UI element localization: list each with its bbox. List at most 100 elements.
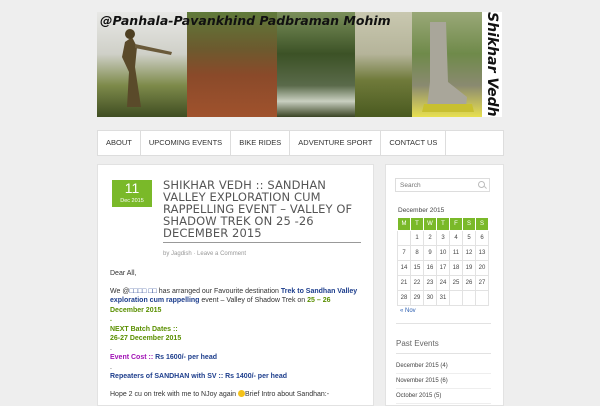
calendar-day[interactable]: 5	[462, 230, 476, 246]
calendar-day[interactable]: 31	[436, 290, 450, 306]
nav-item-bike-rides[interactable]: BIKE RIDES	[231, 131, 291, 155]
batch-dates: 26-27 December 2015	[110, 335, 182, 342]
intro-text-1: We @	[110, 287, 130, 295]
hope-text-1: Hope 2 cu on trek with me to NJoy again	[110, 390, 239, 398]
past-events-title: Past Events	[396, 339, 439, 348]
smiley-icon	[238, 390, 246, 398]
author-link[interactable]: Jagdish	[171, 251, 192, 257]
calendar-day[interactable]: 16	[423, 260, 437, 276]
nav-item-adventure-sport[interactable]: ADVENTURE SPORT	[290, 131, 382, 155]
nav-item-upcoming-events[interactable]: UPCOMING EVENTS	[141, 131, 232, 155]
post-date-month: Dec 2015	[120, 198, 144, 204]
meta-by-label: by	[163, 251, 170, 257]
calendar-day[interactable]: 4	[449, 230, 463, 246]
post-date-day: 11	[124, 180, 140, 196]
archive-list: December 2015 (4) November 2015 (6) Octo…	[396, 359, 491, 404]
calendar-day[interactable]: 17	[436, 260, 450, 276]
dot-separator: .	[110, 344, 112, 352]
weekday-header: M	[397, 217, 411, 231]
banner-caption: @Panhala-Pavankhind Padbraman Mohim	[100, 13, 391, 28]
cost-value: Rs 1600/- per head	[155, 354, 217, 361]
calendar-day[interactable]: 23	[423, 275, 437, 291]
weekday-header: F	[449, 217, 463, 231]
archive-link[interactable]: December 2015 (4)	[396, 359, 491, 374]
blog-post: 11 Dec 2015 SHIKHAR VEDH :: SANDHAN VALL…	[97, 164, 374, 406]
hope-text: Hope 2 cu on trek with me to NJoy again …	[110, 390, 360, 400]
calendar-day[interactable]: 2	[423, 230, 437, 246]
calendar-empty-cell	[397, 230, 411, 246]
hope-text-2: Brief Intro about Sandhan:-	[245, 390, 330, 398]
calendar-day[interactable]: 12	[462, 245, 476, 261]
calendar-day[interactable]: 1	[410, 230, 424, 246]
post-date-badge: 11 Dec 2015	[112, 180, 152, 207]
calendar-day[interactable]: 13	[475, 245, 489, 261]
weekday-header: S	[475, 217, 489, 231]
calendar-empty-cell	[462, 290, 476, 306]
banner-photo-boot-sculpture	[412, 12, 482, 117]
search-icon[interactable]	[478, 181, 485, 188]
calendar-empty-cell	[449, 290, 463, 306]
intro-missing-glyphs: □□□□ □□	[129, 287, 157, 295]
nav-item-contact-us[interactable]: CONTACT US	[381, 131, 447, 155]
meta-separator: ·	[193, 251, 196, 257]
intro-text-3: event – Valley of Shadow Trek on	[199, 297, 308, 304]
archive-link[interactable]: November 2015 (6)	[396, 374, 491, 389]
calendar: M T W T F S S 1 2 3 4 5 6 7 8 9 10 11 12 13 14 15 16 17 1…	[397, 217, 489, 306]
sidebar-divider	[396, 353, 491, 354]
dot-separator: .	[110, 316, 112, 323]
calendar-day[interactable]: 25	[449, 275, 463, 291]
search-input[interactable]	[395, 178, 490, 192]
calendar-day[interactable]: 10	[436, 245, 450, 261]
site-title-vertical[interactable]: Shikhar Vedh	[482, 12, 502, 117]
greeting-text: Dear All,	[110, 270, 137, 277]
sidebar: December 2015 M T W T F S S 123456789101…	[385, 164, 504, 406]
event-cost: Event Cost :: Rs 1600/- per head	[110, 353, 360, 363]
repeaters-cost: Repeaters of SANDHAN with SV :: Rs 1400/…	[110, 373, 287, 380]
calendar-day[interactable]: 3	[436, 230, 450, 246]
sidebar-divider	[396, 323, 491, 324]
calendar-day[interactable]: 22	[410, 275, 424, 291]
calendar-day[interactable]: 24	[436, 275, 450, 291]
calendar-week-row: 7 8 9 10 11 12 13	[397, 245, 489, 261]
main-navigation: ABOUT UPCOMING EVENTS BIKE RIDES ADVENTU…	[97, 130, 504, 156]
post-content: Dear All, We @□□□□ □□ has arranged our F…	[110, 269, 360, 399]
boot-sculpture-illustration	[422, 22, 474, 112]
calendar-day[interactable]: 8	[410, 245, 424, 261]
calendar-week-row: 123456	[397, 230, 489, 246]
calendar-prev-month-link[interactable]: « Nov	[400, 308, 416, 314]
calendar-week-row: 14 15 16 17 18 19 20	[397, 260, 489, 276]
calendar-day[interactable]: 15	[410, 260, 424, 276]
calendar-week-row: 28 29 30 31	[397, 290, 489, 306]
calendar-day[interactable]: 30	[423, 290, 437, 306]
header-banner[interactable]: @Panhala-Pavankhind Padbraman Mohim Shik…	[97, 12, 502, 117]
calendar-day[interactable]: 7	[397, 245, 411, 261]
calendar-day[interactable]: 29	[410, 290, 424, 306]
intro-paragraph: We @□□□□ □□ has arranged our Favourite d…	[110, 287, 360, 316]
cost-label: Event Cost ::	[110, 354, 156, 361]
batch-label: NEXT Batch Dates ::	[110, 325, 178, 333]
calendar-day[interactable]: 28	[397, 290, 411, 306]
calendar-day[interactable]: 6	[475, 230, 489, 246]
site-title-text: Shikhar Vedh	[484, 12, 500, 117]
calendar-day[interactable]: 14	[397, 260, 411, 276]
calendar-day[interactable]: 19	[462, 260, 476, 276]
calendar-day[interactable]: 11	[449, 245, 463, 261]
archive-link[interactable]: October 2015 (5)	[396, 389, 491, 404]
post-title[interactable]: SHIKHAR VEDH :: SANDHAN VALLEY EXPLORATI…	[163, 179, 361, 243]
intro-text-2: has arranged our Favourite destination	[156, 287, 281, 295]
leave-comment-link[interactable]: Leave a Comment	[197, 251, 246, 257]
calendar-caption: December 2015	[398, 207, 445, 214]
calendar-day[interactable]: 27	[475, 275, 489, 291]
calendar-day[interactable]: 20	[475, 260, 489, 276]
weekday-header: S	[462, 217, 476, 231]
calendar-day[interactable]: 9	[423, 245, 437, 261]
calendar-day[interactable]: 18	[449, 260, 463, 276]
calendar-day[interactable]: 21	[397, 275, 411, 291]
dot-separator: .	[110, 363, 112, 371]
calendar-week-row: 21 22 23 24 25 26 27	[397, 275, 489, 291]
weekday-header: T	[436, 217, 450, 231]
calendar-day[interactable]: 26	[462, 275, 476, 291]
weekday-header: T	[410, 217, 424, 231]
calendar-empty-cell	[475, 290, 489, 306]
nav-item-about[interactable]: ABOUT	[98, 131, 141, 155]
